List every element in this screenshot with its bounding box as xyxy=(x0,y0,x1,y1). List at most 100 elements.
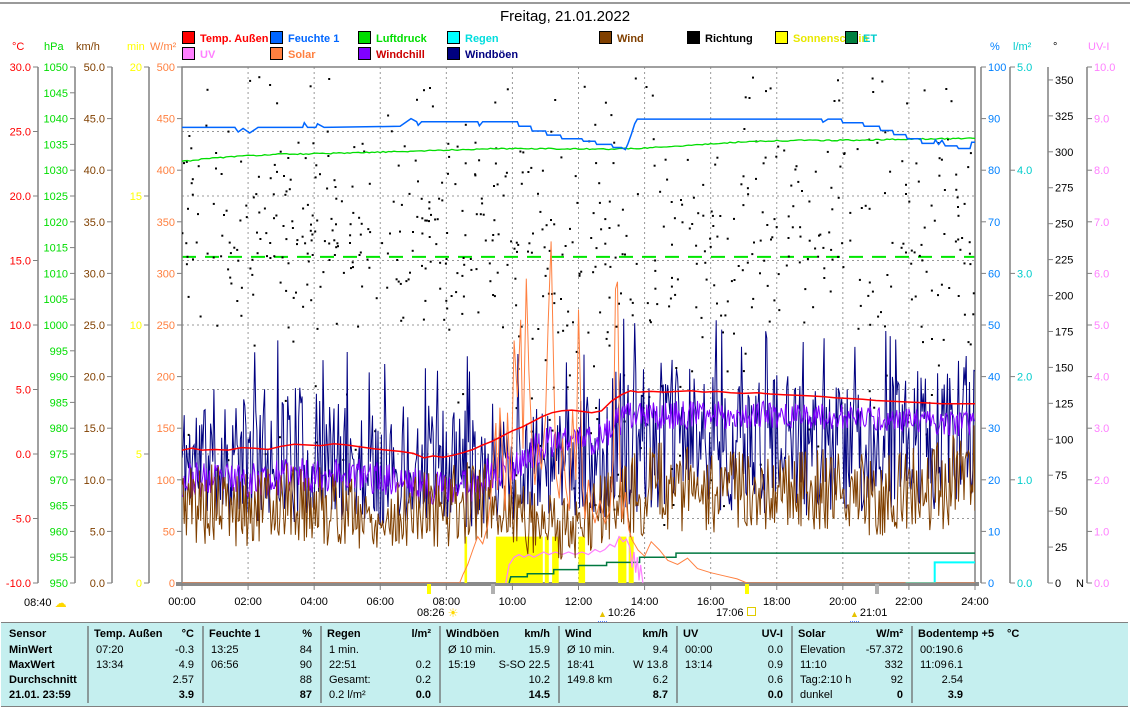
svg-text:70: 70 xyxy=(988,217,1000,229)
svg-text:5.0: 5.0 xyxy=(1017,62,1032,74)
svg-text:10.0: 10.0 xyxy=(10,320,31,332)
axis-min: 20 15 10 5 0 min xyxy=(127,41,149,590)
moonrise-icon: ▲ xyxy=(850,607,859,622)
svg-text:30.0: 30.0 xyxy=(84,268,105,280)
svg-text:1045: 1045 xyxy=(44,88,68,100)
svg-text:0: 0 xyxy=(988,578,994,590)
svg-text:975: 975 xyxy=(50,449,68,461)
svg-text:40.0: 40.0 xyxy=(84,165,105,177)
table-separator xyxy=(676,626,678,703)
svg-text:150: 150 xyxy=(1055,362,1073,374)
svg-text:02:00: 02:00 xyxy=(234,596,262,608)
stats-cell: 0.0 xyxy=(693,687,783,703)
svg-text:7.0: 7.0 xyxy=(1094,217,1109,229)
svg-text:22:00: 22:00 xyxy=(895,596,923,608)
svg-text:4.0: 4.0 xyxy=(1094,372,1109,384)
stats-cell: 0.2 xyxy=(341,672,431,688)
stats-cell: 8.7 xyxy=(578,687,668,703)
stats-cell: 0.0 xyxy=(341,687,431,703)
stats-cell: 87 xyxy=(222,687,312,703)
stats-cell: W/m² xyxy=(843,626,903,642)
svg-text:175: 175 xyxy=(1055,326,1073,338)
stats-cell: 90 xyxy=(222,657,312,673)
axis-lm2: 5.04.03.02.01.00.0l/m² xyxy=(1010,41,1032,590)
stats-cell: Wind xyxy=(565,626,592,642)
svg-text:50: 50 xyxy=(163,526,175,538)
svg-text:0: 0 xyxy=(136,578,142,590)
svg-text:20: 20 xyxy=(130,62,142,74)
stats-cell: MaxWert xyxy=(9,657,55,673)
svg-text:30.0: 30.0 xyxy=(10,62,31,74)
svg-text:20.0: 20.0 xyxy=(84,372,105,384)
stats-cell: 21.01. 23:59 xyxy=(9,687,71,703)
svg-text:60: 60 xyxy=(988,268,1000,280)
axis-wm2: 500450400350300250200150100500W/m² xyxy=(150,41,182,590)
axis-hPa: 1050104510401035103010251020101510101005… xyxy=(44,41,75,590)
svg-text:80: 80 xyxy=(988,165,1000,177)
stats-cell: % xyxy=(252,626,312,642)
axis-deg: 3503253002752502252001751501251007550250… xyxy=(1048,41,1084,590)
svg-text:°C: °C xyxy=(12,41,24,53)
svg-text:50: 50 xyxy=(988,320,1000,332)
svg-text:25.0: 25.0 xyxy=(84,320,105,332)
svg-text:1005: 1005 xyxy=(44,294,68,306)
svg-text:3.0: 3.0 xyxy=(1017,268,1032,280)
stats-cell: 2.57 xyxy=(104,672,194,688)
svg-text:5.0: 5.0 xyxy=(16,385,31,397)
svg-text:980: 980 xyxy=(50,423,68,435)
stats-cell: 14.5 xyxy=(460,687,550,703)
marker-17:06: 17:06 xyxy=(716,606,756,620)
svg-text:2.0: 2.0 xyxy=(1094,475,1109,487)
table-separator xyxy=(439,626,441,703)
sun-icon: ☀ xyxy=(448,606,459,620)
x-axis-labels: 00:0002:0004:0006:0008:0010:0012:0014:00… xyxy=(168,583,989,608)
svg-text:0.0: 0.0 xyxy=(1094,578,1109,590)
svg-text:15.0: 15.0 xyxy=(84,423,105,435)
svg-text:l/m²: l/m² xyxy=(1013,41,1032,53)
sub-axis-tick xyxy=(427,584,431,594)
stats-cell: UV-I xyxy=(723,626,783,642)
stats-cell: -0.3 xyxy=(104,642,194,658)
stats-cell: °C xyxy=(1007,626,1019,642)
svg-text:125: 125 xyxy=(1055,398,1073,410)
stats-cell: 10.2 xyxy=(460,672,550,688)
axis-kmh: 50.045.040.035.030.025.020.015.010.05.00… xyxy=(76,41,112,590)
stats-cell: 4.9 xyxy=(104,657,194,673)
svg-text:25.0: 25.0 xyxy=(10,127,31,139)
svg-text:35.0: 35.0 xyxy=(84,217,105,229)
svg-text:km/h: km/h xyxy=(76,41,100,53)
stats-cell: -0.6 xyxy=(873,642,963,658)
svg-text:5: 5 xyxy=(136,449,142,461)
svg-text:9.0: 9.0 xyxy=(1094,114,1109,126)
svg-text:min: min xyxy=(127,41,145,53)
svg-text:1010: 1010 xyxy=(44,268,68,280)
stats-cell: 88 xyxy=(222,672,312,688)
table-separator xyxy=(202,626,204,703)
svg-text:10:00: 10:00 xyxy=(499,596,527,608)
svg-text:5.0: 5.0 xyxy=(90,526,105,538)
moonrise-icon: ▲ xyxy=(598,607,607,622)
svg-text:50: 50 xyxy=(1055,506,1067,518)
svg-text:985: 985 xyxy=(50,397,68,409)
svg-text:-5.0: -5.0 xyxy=(12,514,31,526)
svg-text:10: 10 xyxy=(130,320,142,332)
svg-text:225: 225 xyxy=(1055,255,1073,267)
svg-text:1000: 1000 xyxy=(44,320,68,332)
stats-cell: MinWert xyxy=(9,642,52,658)
stats-cell: 84 xyxy=(222,642,312,658)
svg-text:15.0: 15.0 xyxy=(10,256,31,268)
stats-cell: km/h xyxy=(490,626,550,642)
axis-tempC: 30.025.020.015.010.05.00.0-5.0-10.0°C xyxy=(6,41,38,590)
svg-text:450: 450 xyxy=(157,114,175,126)
svg-text:90: 90 xyxy=(988,114,1000,126)
svg-text:15: 15 xyxy=(130,191,142,203)
svg-text:2.0: 2.0 xyxy=(1017,372,1032,384)
stats-cell: 0.6 xyxy=(693,672,783,688)
weather-station-window: Freitag, 21.01.2022 Temp. AußenFeuchte 1… xyxy=(0,0,1130,711)
svg-text:24:00: 24:00 xyxy=(961,596,989,608)
svg-text:04:00: 04:00 xyxy=(300,596,328,608)
svg-text:UV-I: UV-I xyxy=(1088,41,1109,53)
weather-chart: 30.025.020.015.010.05.00.0-5.0-10.0°C105… xyxy=(0,0,1130,622)
svg-text:12:00: 12:00 xyxy=(565,596,593,608)
svg-text:1.0: 1.0 xyxy=(1094,526,1109,538)
